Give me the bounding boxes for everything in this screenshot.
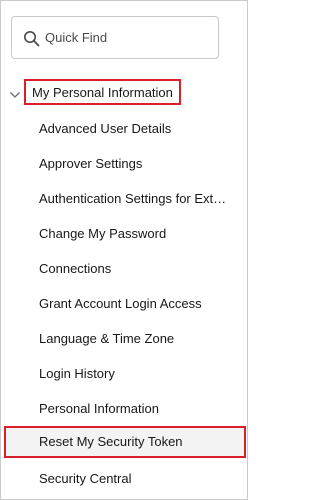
chevron-down-icon[interactable] <box>9 87 21 98</box>
quick-find-box[interactable] <box>11 16 219 59</box>
menu-item-grant-account-login-access[interactable]: Grant Account Login Access <box>1 286 247 321</box>
menu-item-approver-settings[interactable]: Approver Settings <box>1 146 247 181</box>
menu-item-advanced-user-details[interactable]: Advanced User Details <box>1 111 247 146</box>
menu-item-language-time-zone[interactable]: Language & Time Zone <box>1 321 247 356</box>
menu-item-security-central[interactable]: Security Central <box>1 461 247 496</box>
menu-item-login-history[interactable]: Login History <box>1 356 247 391</box>
section-label[interactable]: My Personal Information <box>24 79 181 105</box>
menu-item-change-my-password[interactable]: Change My Password <box>1 216 247 251</box>
setup-navigation-panel: My Personal Information Advanced User De… <box>0 0 248 500</box>
quick-find-input[interactable] <box>45 18 213 57</box>
menu-item-authentication-settings[interactable]: Authentication Settings for Ext… <box>1 181 247 216</box>
section-my-personal-information[interactable]: My Personal Information <box>9 79 189 105</box>
menu-item-connections[interactable]: Connections <box>1 251 247 286</box>
search-icon <box>23 30 40 47</box>
menu-item-reset-my-security-token[interactable]: Reset My Security Token <box>4 426 246 458</box>
menu-item-personal-information[interactable]: Personal Information <box>1 391 247 426</box>
